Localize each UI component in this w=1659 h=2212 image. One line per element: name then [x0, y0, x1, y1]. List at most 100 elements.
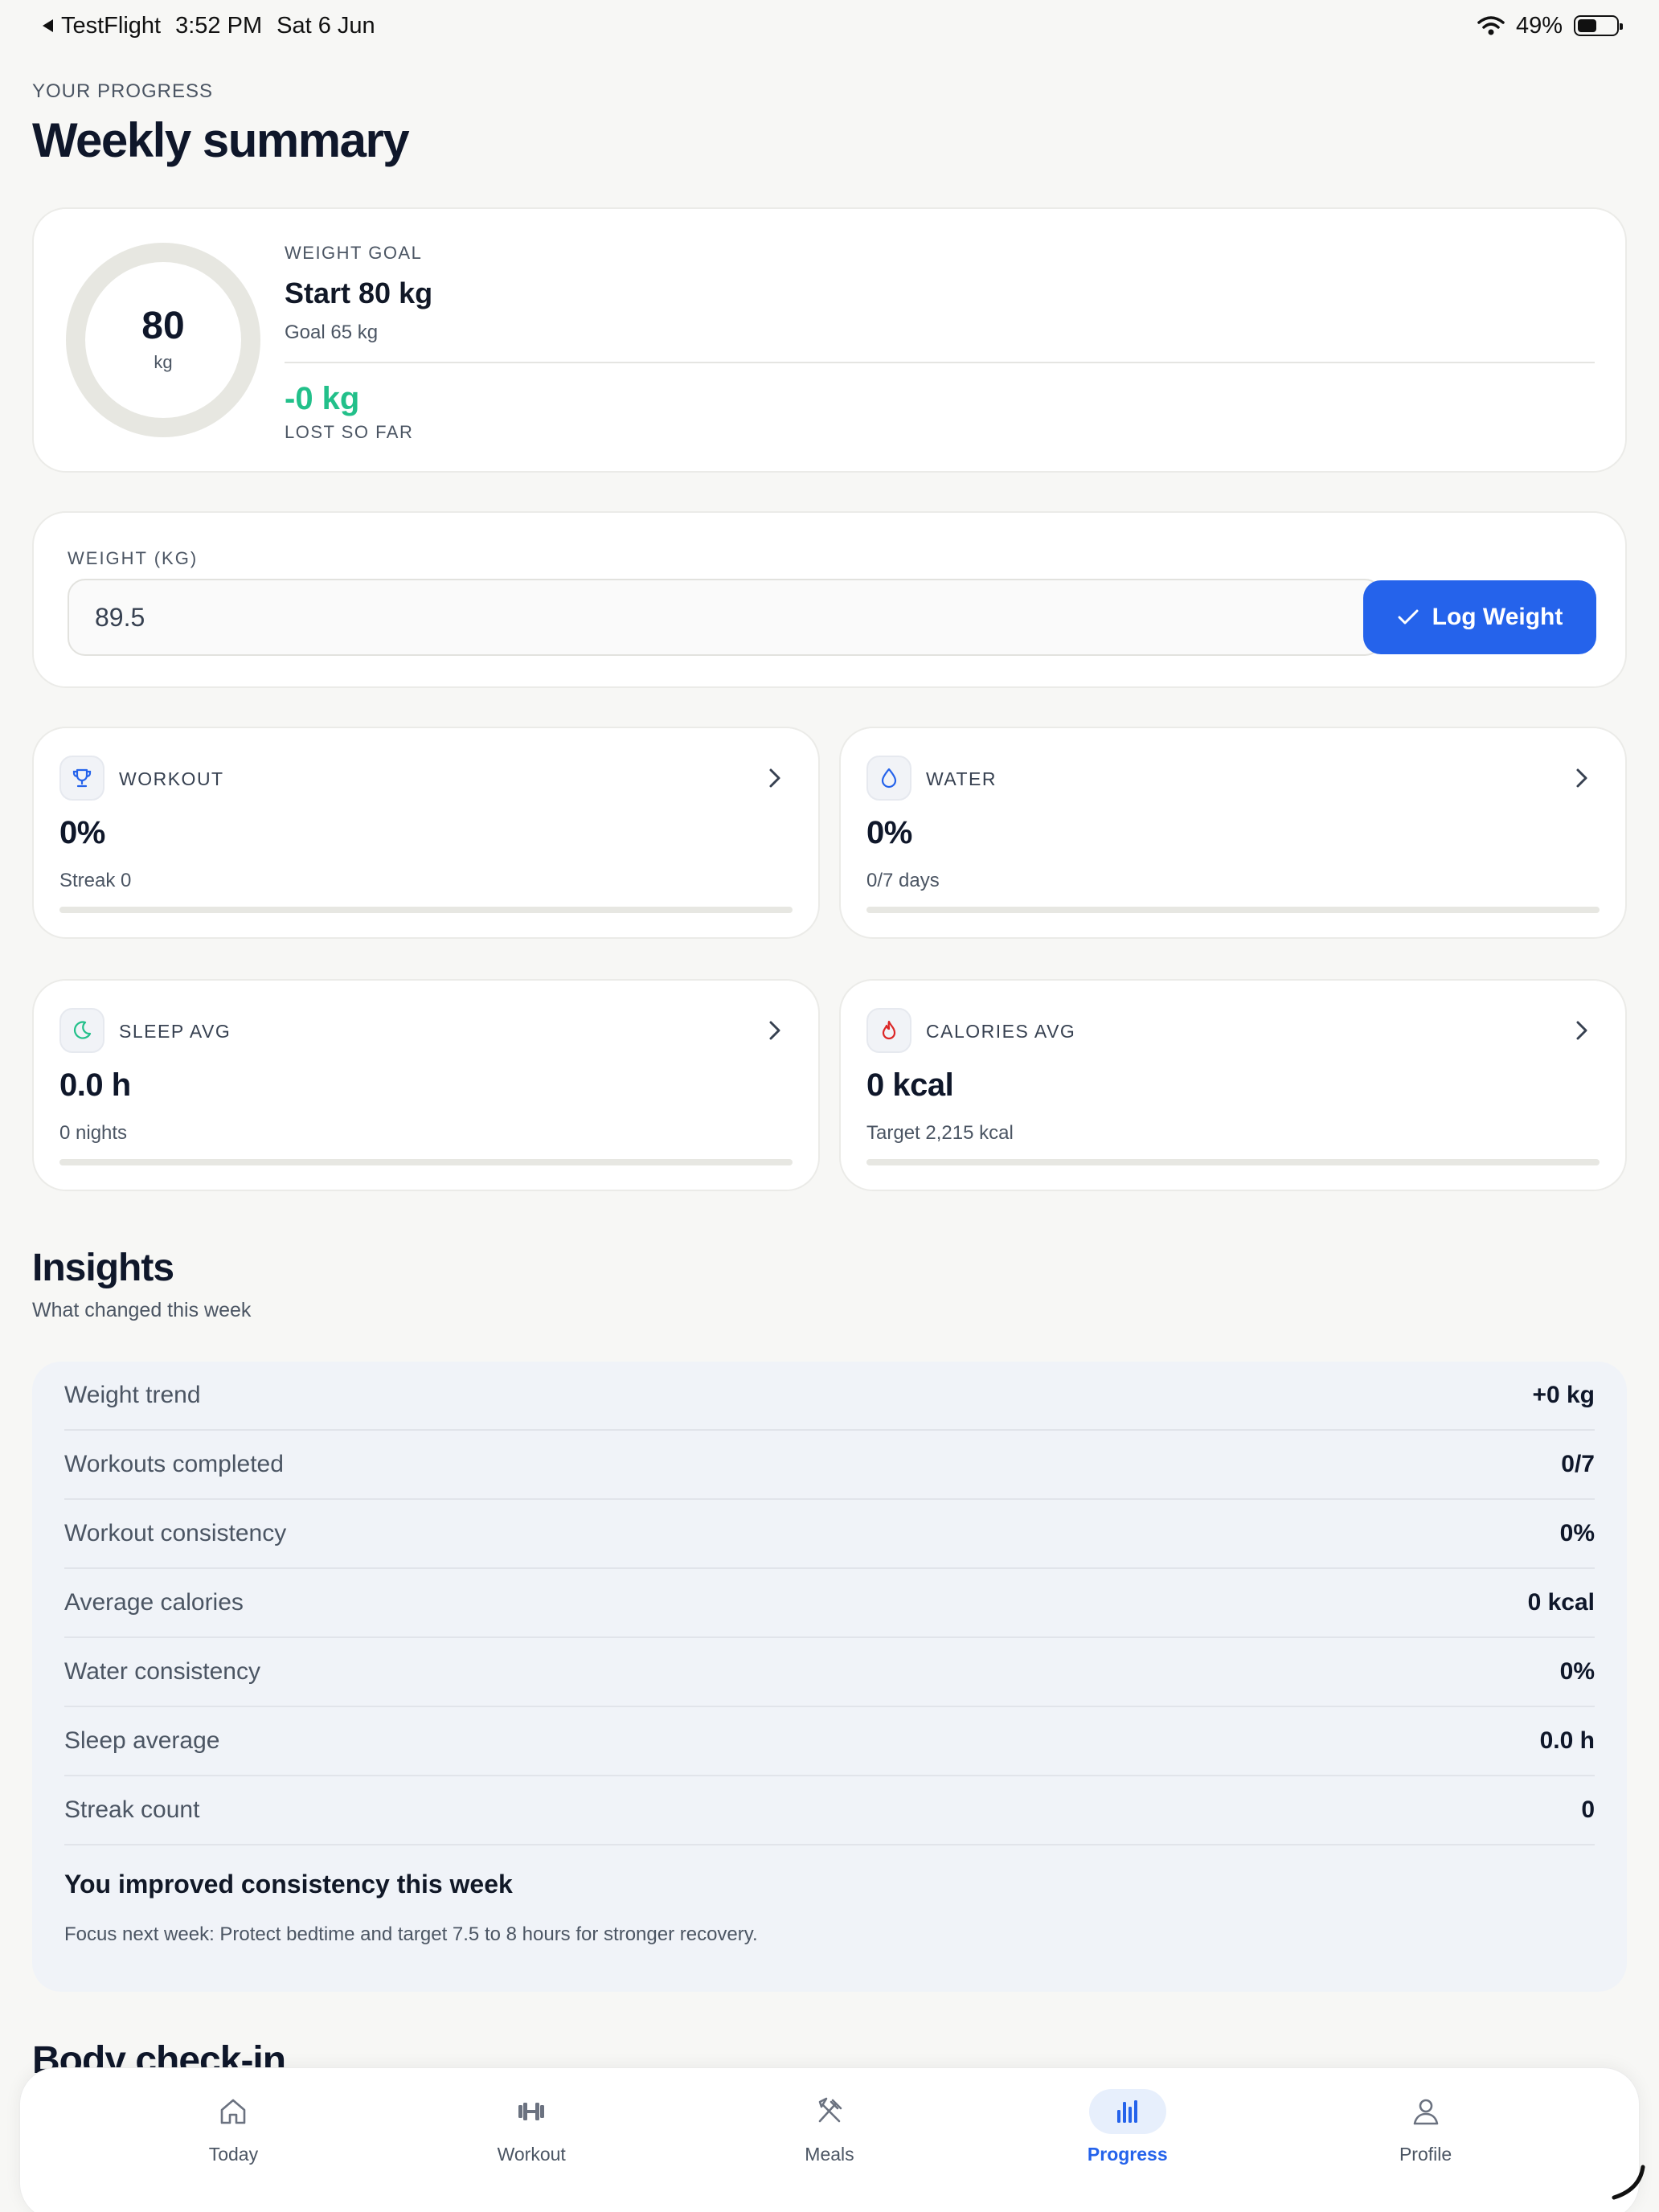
weight-input[interactable] [68, 579, 1382, 656]
wifi-icon [1477, 16, 1505, 35]
insight-row: Average calories 0 kcal [64, 1569, 1595, 1638]
goal-target: Goal 65 kg [285, 322, 379, 343]
insight-value: 0.0 h [1539, 1727, 1595, 1754]
insights-subtitle: What changed this week [32, 1299, 252, 1321]
insight-value: 0 [1581, 1796, 1595, 1823]
back-triangle-icon [43, 19, 53, 32]
stat-value: 0.0 h [59, 1067, 131, 1103]
insights-title: Insights [32, 1247, 174, 1289]
battery-icon [1574, 15, 1623, 36]
divider [285, 362, 1595, 363]
insight-label: Weight trend [64, 1382, 201, 1408]
insight-label: Sleep average [64, 1727, 220, 1754]
checkmark-icon [1398, 609, 1419, 625]
sleep-stat-card[interactable]: SLEEP AVG 0.0 h 0 nights [32, 979, 820, 1191]
chevron-right-icon [764, 767, 786, 789]
stat-value: 0 kcal [866, 1067, 954, 1103]
tab-label: Progress [1087, 2144, 1168, 2165]
stat-subtitle: 0/7 days [866, 870, 940, 891]
chevron-right-icon [1571, 767, 1593, 789]
dumbbell-icon [518, 2103, 545, 2120]
goal-start: Start 80 kg [285, 276, 433, 309]
progress-bar [866, 1159, 1600, 1165]
goal-info: WEIGHT GOAL Start 80 kg Goal 65 kg -0 kg… [285, 243, 1595, 443]
insight-label: Workout consistency [64, 1520, 287, 1546]
moon-icon [73, 1021, 92, 1039]
tab-today[interactable]: Today [153, 2068, 313, 2212]
tab-label: Today [208, 2144, 259, 2165]
tab-label: Workout [497, 2144, 566, 2165]
weight-goal-card: 80 kg WEIGHT GOAL Start 80 kg Goal 65 kg… [32, 207, 1627, 473]
insight-value: 0% [1559, 1520, 1595, 1546]
scroll-indicator-icon [1612, 2165, 1645, 2200]
weight-input-label: WEIGHT (KG) [68, 548, 199, 568]
progress-bar [59, 1159, 793, 1165]
insight-row: Sleep average 0.0 h [64, 1707, 1595, 1776]
insight-label: Water consistency [64, 1658, 260, 1685]
tab-bar: Today Workout Meals Progress Profile [19, 2067, 1640, 2212]
weight-ring: 80 kg [66, 243, 260, 437]
progress-bar [59, 907, 793, 913]
droplet-icon [881, 768, 897, 789]
status-bar: TestFlight 3:52 PM Sat 6 Jun 49% [0, 0, 1659, 51]
calories-stat-card[interactable]: CALORIES AVG 0 kcal Target 2,215 kcal [839, 979, 1627, 1191]
insight-row: Weight trend +0 kg [64, 1362, 1595, 1431]
lost-label: LOST SO FAR [285, 422, 414, 442]
insight-value: 0/7 [1561, 1451, 1595, 1477]
workout-stat-card[interactable]: WORKOUT 0% Streak 0 [32, 727, 820, 939]
chevron-right-icon [1571, 1019, 1593, 1042]
stat-subtitle: Target 2,215 kcal [866, 1122, 1014, 1144]
insight-label: Workouts completed [64, 1451, 284, 1477]
stat-value: 0% [59, 815, 105, 850]
page-eyebrow: YOUR PROGRESS [32, 80, 214, 102]
tab-progress[interactable]: Progress [1047, 2068, 1208, 2212]
fork-knife-icon [818, 2097, 842, 2123]
insight-value: 0% [1559, 1658, 1595, 1685]
insight-row: Workouts completed 0/7 [64, 1431, 1595, 1500]
stat-icon-box [59, 756, 104, 801]
chevron-right-icon [764, 1019, 786, 1042]
insight-focus: Focus next week: Protect bedtime and tar… [64, 1923, 758, 1945]
insight-value: +0 kg [1532, 1382, 1595, 1408]
insights-card: Weight trend +0 kg Workouts completed 0/… [32, 1362, 1627, 1992]
stat-value: 0% [866, 815, 912, 850]
water-stat-card[interactable]: WATER 0% 0/7 days [839, 727, 1627, 939]
insight-label: Streak count [64, 1796, 200, 1823]
weight-entry-card: WEIGHT (KG) Log Weight [32, 511, 1627, 688]
tab-label: Meals [805, 2144, 854, 2165]
status-time: 3:52 PM [175, 12, 263, 39]
lost-value: -0 kg [285, 381, 360, 416]
status-right: 49% [1477, 12, 1623, 39]
stat-icon-box [59, 1008, 104, 1053]
back-to-app-link[interactable]: TestFlight [40, 13, 161, 39]
insight-row: Streak count 0 [64, 1776, 1595, 1845]
tab-label: Profile [1399, 2144, 1452, 2165]
tab-workout[interactable]: Workout [451, 2068, 612, 2212]
log-weight-label: Log Weight [1432, 604, 1563, 630]
status-left: TestFlight 3:52 PM Sat 6 Jun [40, 13, 375, 39]
stat-subtitle: Streak 0 [59, 870, 132, 891]
insight-label: Average calories [64, 1589, 244, 1616]
ring-unit: kg [154, 352, 173, 372]
insight-headline: You improved consistency this week [64, 1870, 513, 1899]
page-title: Weekly summary [32, 113, 410, 167]
stat-subtitle: 0 nights [59, 1122, 128, 1144]
ring-value: 80 [141, 305, 185, 347]
battery-fill [1578, 19, 1596, 32]
stat-title: WATER [926, 768, 997, 789]
weight-goal-label: WEIGHT GOAL [285, 243, 423, 263]
tab-profile[interactable]: Profile [1346, 2068, 1506, 2212]
tab-meals[interactable]: Meals [749, 2068, 910, 2212]
back-app-name: TestFlight [61, 12, 162, 39]
insight-value: 0 kcal [1527, 1589, 1595, 1616]
stat-title: CALORIES AVG [926, 1021, 1076, 1042]
insight-row: Workout consistency 0% [64, 1500, 1595, 1569]
flame-icon [882, 1020, 896, 1040]
progress-bar [866, 907, 1600, 913]
trophy-icon [72, 768, 92, 788]
battery-percent: 49% [1515, 12, 1563, 39]
log-weight-button[interactable]: Log Weight [1363, 580, 1596, 654]
stat-title: WORKOUT [119, 768, 224, 789]
house-icon [221, 2099, 246, 2124]
bar-chart-icon [1116, 2100, 1137, 2123]
